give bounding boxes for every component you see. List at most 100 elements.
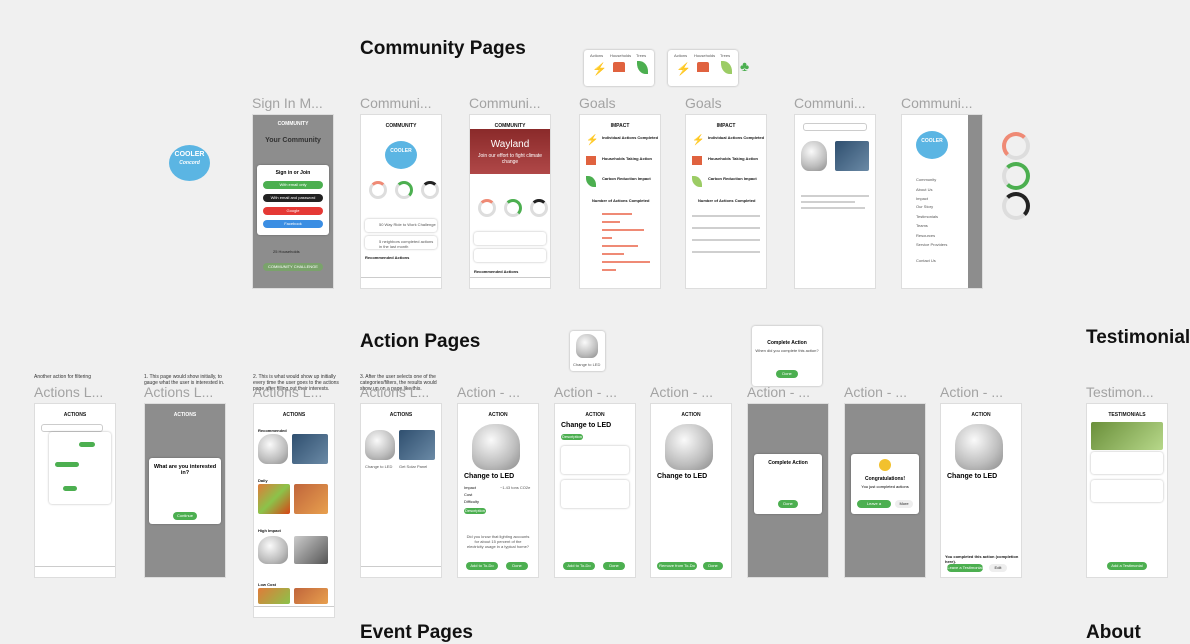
lightning-icon: ⚡ (586, 135, 599, 146)
neighbors-card[interactable]: 5 neighbors completed actions in the las… (365, 236, 437, 249)
action-description: Did you know that lighting accounts for … (466, 534, 530, 549)
leave-testimonial-button[interactable]: Leave a Testimonial (947, 564, 983, 572)
challenge-card[interactable] (474, 232, 546, 245)
testimonial-card[interactable] (1091, 452, 1163, 474)
frame-actions-interests[interactable]: ACTIONS What are you interested in? Cont… (144, 403, 226, 578)
more-button[interactable]: More (895, 500, 913, 508)
neighbors-card[interactable] (474, 249, 546, 262)
bottom-nav[interactable] (361, 277, 441, 288)
step-card (561, 480, 629, 508)
logo-line1: COOLER (921, 138, 943, 144)
section-title-about: About (1086, 622, 1141, 643)
category-daily: Daily (258, 478, 268, 483)
frame-community-4[interactable]: COOLER Community About Us Impact Our Sto… (901, 114, 983, 289)
header-title: ACTIONS (282, 412, 306, 418)
led-thumbnail-card[interactable]: Change to LED (570, 331, 605, 371)
item-label: Get Solar Panel (399, 464, 428, 469)
modal-done-button[interactable]: Done (778, 500, 798, 508)
cooler-concord-logo: COOLER Concord (169, 145, 210, 181)
done-button[interactable]: Done (603, 562, 625, 570)
email-only-button[interactable]: With email only (263, 181, 323, 189)
tab-description[interactable]: Description (464, 508, 486, 514)
tab-description[interactable]: Description (561, 434, 583, 440)
add-testimonial-button[interactable]: Add a Testimonial (1107, 562, 1147, 570)
search-input[interactable] (803, 123, 867, 131)
header-title: ACTION (681, 412, 701, 418)
bottom-nav[interactable] (254, 606, 334, 617)
menu-item-resources[interactable]: Resources (916, 233, 935, 238)
frame-actions-results[interactable]: ACTIONS Change to LED Get Solar Panel (360, 403, 442, 578)
goal-label-trees: Trees (720, 53, 731, 58)
bottom-nav[interactable] (35, 566, 115, 577)
households-count: 25 Households (273, 249, 300, 254)
lightning-icon: ⚡ (592, 62, 607, 76)
action-title: Change to LED (464, 473, 515, 480)
carrots-image (294, 484, 328, 514)
header-title: COMMUNITY (277, 121, 309, 127)
email-password-button[interactable]: With email and password (263, 194, 323, 202)
frame-action-detail-completed[interactable]: ACTION Change to LED You completed this … (940, 403, 1022, 578)
frame-action-congrats[interactable]: Congratulations! You just completed acti… (844, 403, 926, 578)
done-button[interactable]: Done (506, 562, 528, 570)
frame-community-1[interactable]: COMMUNITY COOLER 50 Way Ride to Work Cha… (360, 114, 442, 289)
section-title-testimonial: Testimonial (1086, 327, 1190, 348)
impact-value: ~1.43 tons CO2e (500, 485, 531, 490)
ring-widget-households (1002, 162, 1030, 190)
google-button[interactable]: Google (263, 207, 323, 215)
frame-community-3[interactable] (794, 114, 876, 289)
frame-goals-1[interactable]: IMPACT ⚡ Individual Actions Completed Ho… (579, 114, 661, 289)
add-todo-button[interactable]: Add to To-Do (466, 562, 498, 570)
menu-item-impact[interactable]: Impact (916, 196, 928, 201)
bottom-nav[interactable] (361, 566, 441, 577)
frame-action-complete[interactable]: Complete Action Done (747, 403, 829, 578)
complete-done-button[interactable]: Done (776, 370, 798, 378)
frame-label-community-1: Communi... (360, 95, 432, 111)
section-title-action-pages: Action Pages (360, 331, 481, 352)
impact-row-households: Households Taking Action (708, 156, 759, 161)
goal-ring-trees (530, 199, 548, 217)
frame-actions-filter[interactable]: ACTIONS (34, 403, 116, 578)
lightning-icon: ⚡ (692, 135, 705, 146)
search-input[interactable] (41, 424, 103, 432)
frame-actions-categories[interactable]: ACTIONS Recommended Daily High Impact Lo… (253, 403, 335, 618)
frame-sign-in[interactable]: COMMUNITY Your Community Sign in or Join… (252, 114, 334, 289)
interest-modal: What are you interested in? Continue (149, 458, 221, 524)
header-title: ACTION (488, 412, 508, 418)
challenge-card[interactable]: 50 Way Ride to Work Challenge (365, 219, 437, 232)
frame-community-2[interactable]: COMMUNITY Wayland Join our effort to fig… (469, 114, 551, 289)
frame-label-action-6: Action - ... (940, 384, 1004, 400)
complete-action-title: Complete Action (768, 460, 808, 466)
bottom-nav[interactable] (470, 277, 550, 288)
frame-action-detail-2[interactable]: ACTION Change to LED Description Add to … (554, 403, 636, 578)
testimonial-card[interactable] (1091, 480, 1163, 502)
header-title: TESTIMONIALS (1108, 412, 1146, 418)
continue-button[interactable]: Continue (173, 512, 197, 520)
menu-item-teams[interactable]: Teams (916, 223, 928, 228)
menu-item-contact[interactable]: Contact Us (916, 258, 936, 263)
frame-action-detail-3[interactable]: ACTION Change to LED Remove from To-Do D… (650, 403, 732, 578)
frame-action-detail-1[interactable]: ACTION Change to LED Impact ~1.43 tons C… (457, 403, 539, 578)
frame-label-community-4: Communi... (901, 95, 973, 111)
leave-testimonial-button[interactable]: Leave a Testimonial (857, 500, 891, 514)
frame-testimonials[interactable]: TESTIMONIALS Add a Testimonial (1086, 403, 1168, 578)
menu-item-about[interactable]: About Us (916, 187, 932, 192)
goal-label-actions: Actions (674, 53, 688, 58)
add-todo-button[interactable]: Add to To-Do (563, 562, 595, 570)
complete-action-modal: Complete Action Done (754, 454, 822, 514)
category-low-cost: Low Cost (258, 582, 276, 587)
community-tagline: Join our effort to fight climate change (477, 153, 543, 165)
category-high-impact: High Impact (258, 528, 281, 533)
edit-button[interactable]: Edit (989, 564, 1007, 572)
menu-item-story[interactable]: Our Story (916, 204, 933, 209)
menu-item-testimonials[interactable]: Testimonials (916, 214, 938, 219)
impact-row-actions: Individual Actions Completed (708, 135, 765, 140)
frame-label-goals-2: Goals (685, 95, 722, 111)
community-challenge-button[interactable]: COMMUNITY CHALLENGE (263, 263, 323, 271)
facebook-button[interactable]: Facebook (263, 220, 323, 228)
done-button[interactable]: Done (703, 562, 723, 570)
remove-todo-button[interactable]: Remove from To-Do (657, 562, 697, 570)
menu-item-providers[interactable]: Service Providers (916, 242, 947, 247)
header-title: ACTIONS (389, 412, 413, 418)
menu-item-community[interactable]: Community (916, 177, 936, 182)
frame-goals-2[interactable]: IMPACT ⚡ Individual Actions Completed Ho… (685, 114, 767, 289)
